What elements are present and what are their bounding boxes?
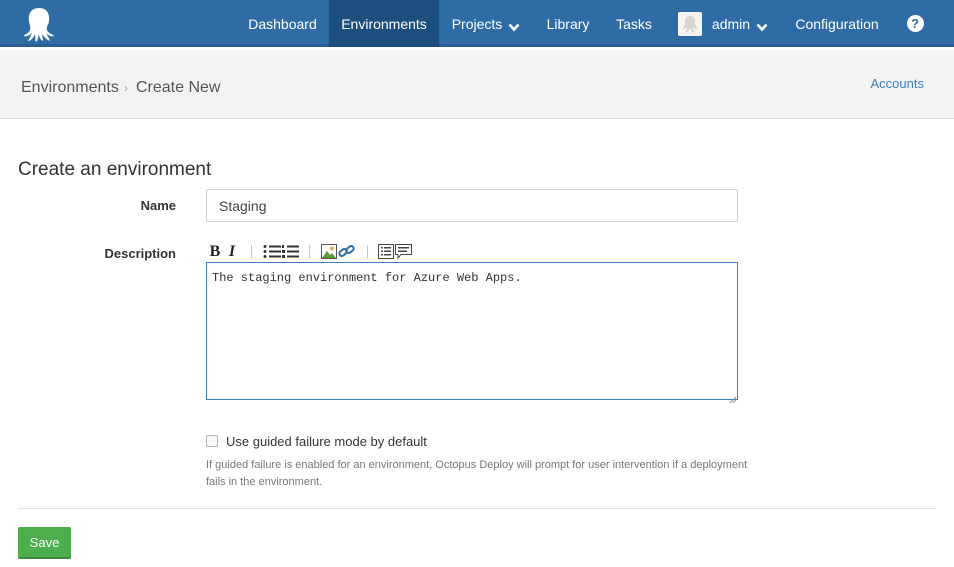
- nav-projects-label: Projects: [451, 15, 503, 32]
- name-field[interactable]: [206, 189, 738, 222]
- form-divider: [18, 508, 936, 509]
- nav-tasks-label: Tasks: [616, 15, 652, 32]
- guided-failure-checkbox[interactable]: [206, 435, 218, 447]
- name-label: Name: [140, 198, 176, 213]
- preview-icon[interactable]: [378, 243, 394, 260]
- toolbar-divider: [309, 245, 310, 258]
- avatar: [677, 11, 702, 36]
- toolbar-divider: [251, 245, 252, 258]
- chevron-down-icon: [508, 19, 520, 32]
- page-title: Create an environment: [18, 159, 212, 180]
- comment-icon[interactable]: [395, 243, 412, 260]
- nav-library-label: Library: [546, 15, 590, 32]
- nav-dashboard[interactable]: Dashboard: [236, 0, 329, 47]
- italic-icon[interactable]: I: [227, 243, 237, 260]
- bulleted-list-icon[interactable]: [263, 243, 281, 260]
- resize-handle-icon[interactable]: [729, 391, 737, 404]
- toolbar-divider: [367, 245, 368, 258]
- bold-icon[interactable]: B: [208, 243, 222, 260]
- breadcrumb-create-new: Create New: [136, 79, 221, 96]
- breadcrumb: Environments › Create New Accounts: [0, 50, 954, 119]
- nav-environments-label: Environments: [341, 15, 427, 32]
- top-nav-bar: Dashboard Environments Projects Library …: [0, 0, 954, 47]
- guided-failure-help-text: If guided failure is enabled for an envi…: [206, 459, 748, 488]
- image-icon[interactable]: [321, 243, 337, 260]
- description-field[interactable]: The staging environment for Azure Web Ap…: [206, 262, 738, 400]
- nav-configuration-label: Configuration: [795, 15, 879, 32]
- help-icon: ?: [906, 15, 924, 32]
- nav-environments[interactable]: Environments: [329, 0, 439, 47]
- octopus-logo-icon[interactable]: [22, 6, 56, 42]
- link-icon[interactable]: [338, 243, 355, 260]
- help-button[interactable]: ?: [893, 0, 937, 47]
- nav-tasks[interactable]: Tasks: [603, 0, 665, 47]
- numbered-list-icon[interactable]: [281, 243, 299, 260]
- nav-user-menu[interactable]: admin: [665, 0, 781, 47]
- chevron-down-icon: [756, 19, 768, 32]
- nav-projects[interactable]: Projects: [439, 0, 533, 47]
- guided-failure-label[interactable]: Use guided failure mode by default: [226, 434, 427, 449]
- accounts-link[interactable]: Accounts: [871, 76, 924, 91]
- description-label: Description: [104, 246, 176, 261]
- nav-configuration[interactable]: Configuration: [781, 0, 893, 47]
- breadcrumb-separator: ›: [124, 81, 128, 95]
- nav-user-label: admin: [711, 15, 751, 32]
- nav-library[interactable]: Library: [533, 0, 603, 47]
- save-button[interactable]: Save: [18, 527, 71, 559]
- breadcrumb-environments[interactable]: Environments: [21, 79, 119, 97]
- nav-dashboard-label: Dashboard: [248, 15, 317, 32]
